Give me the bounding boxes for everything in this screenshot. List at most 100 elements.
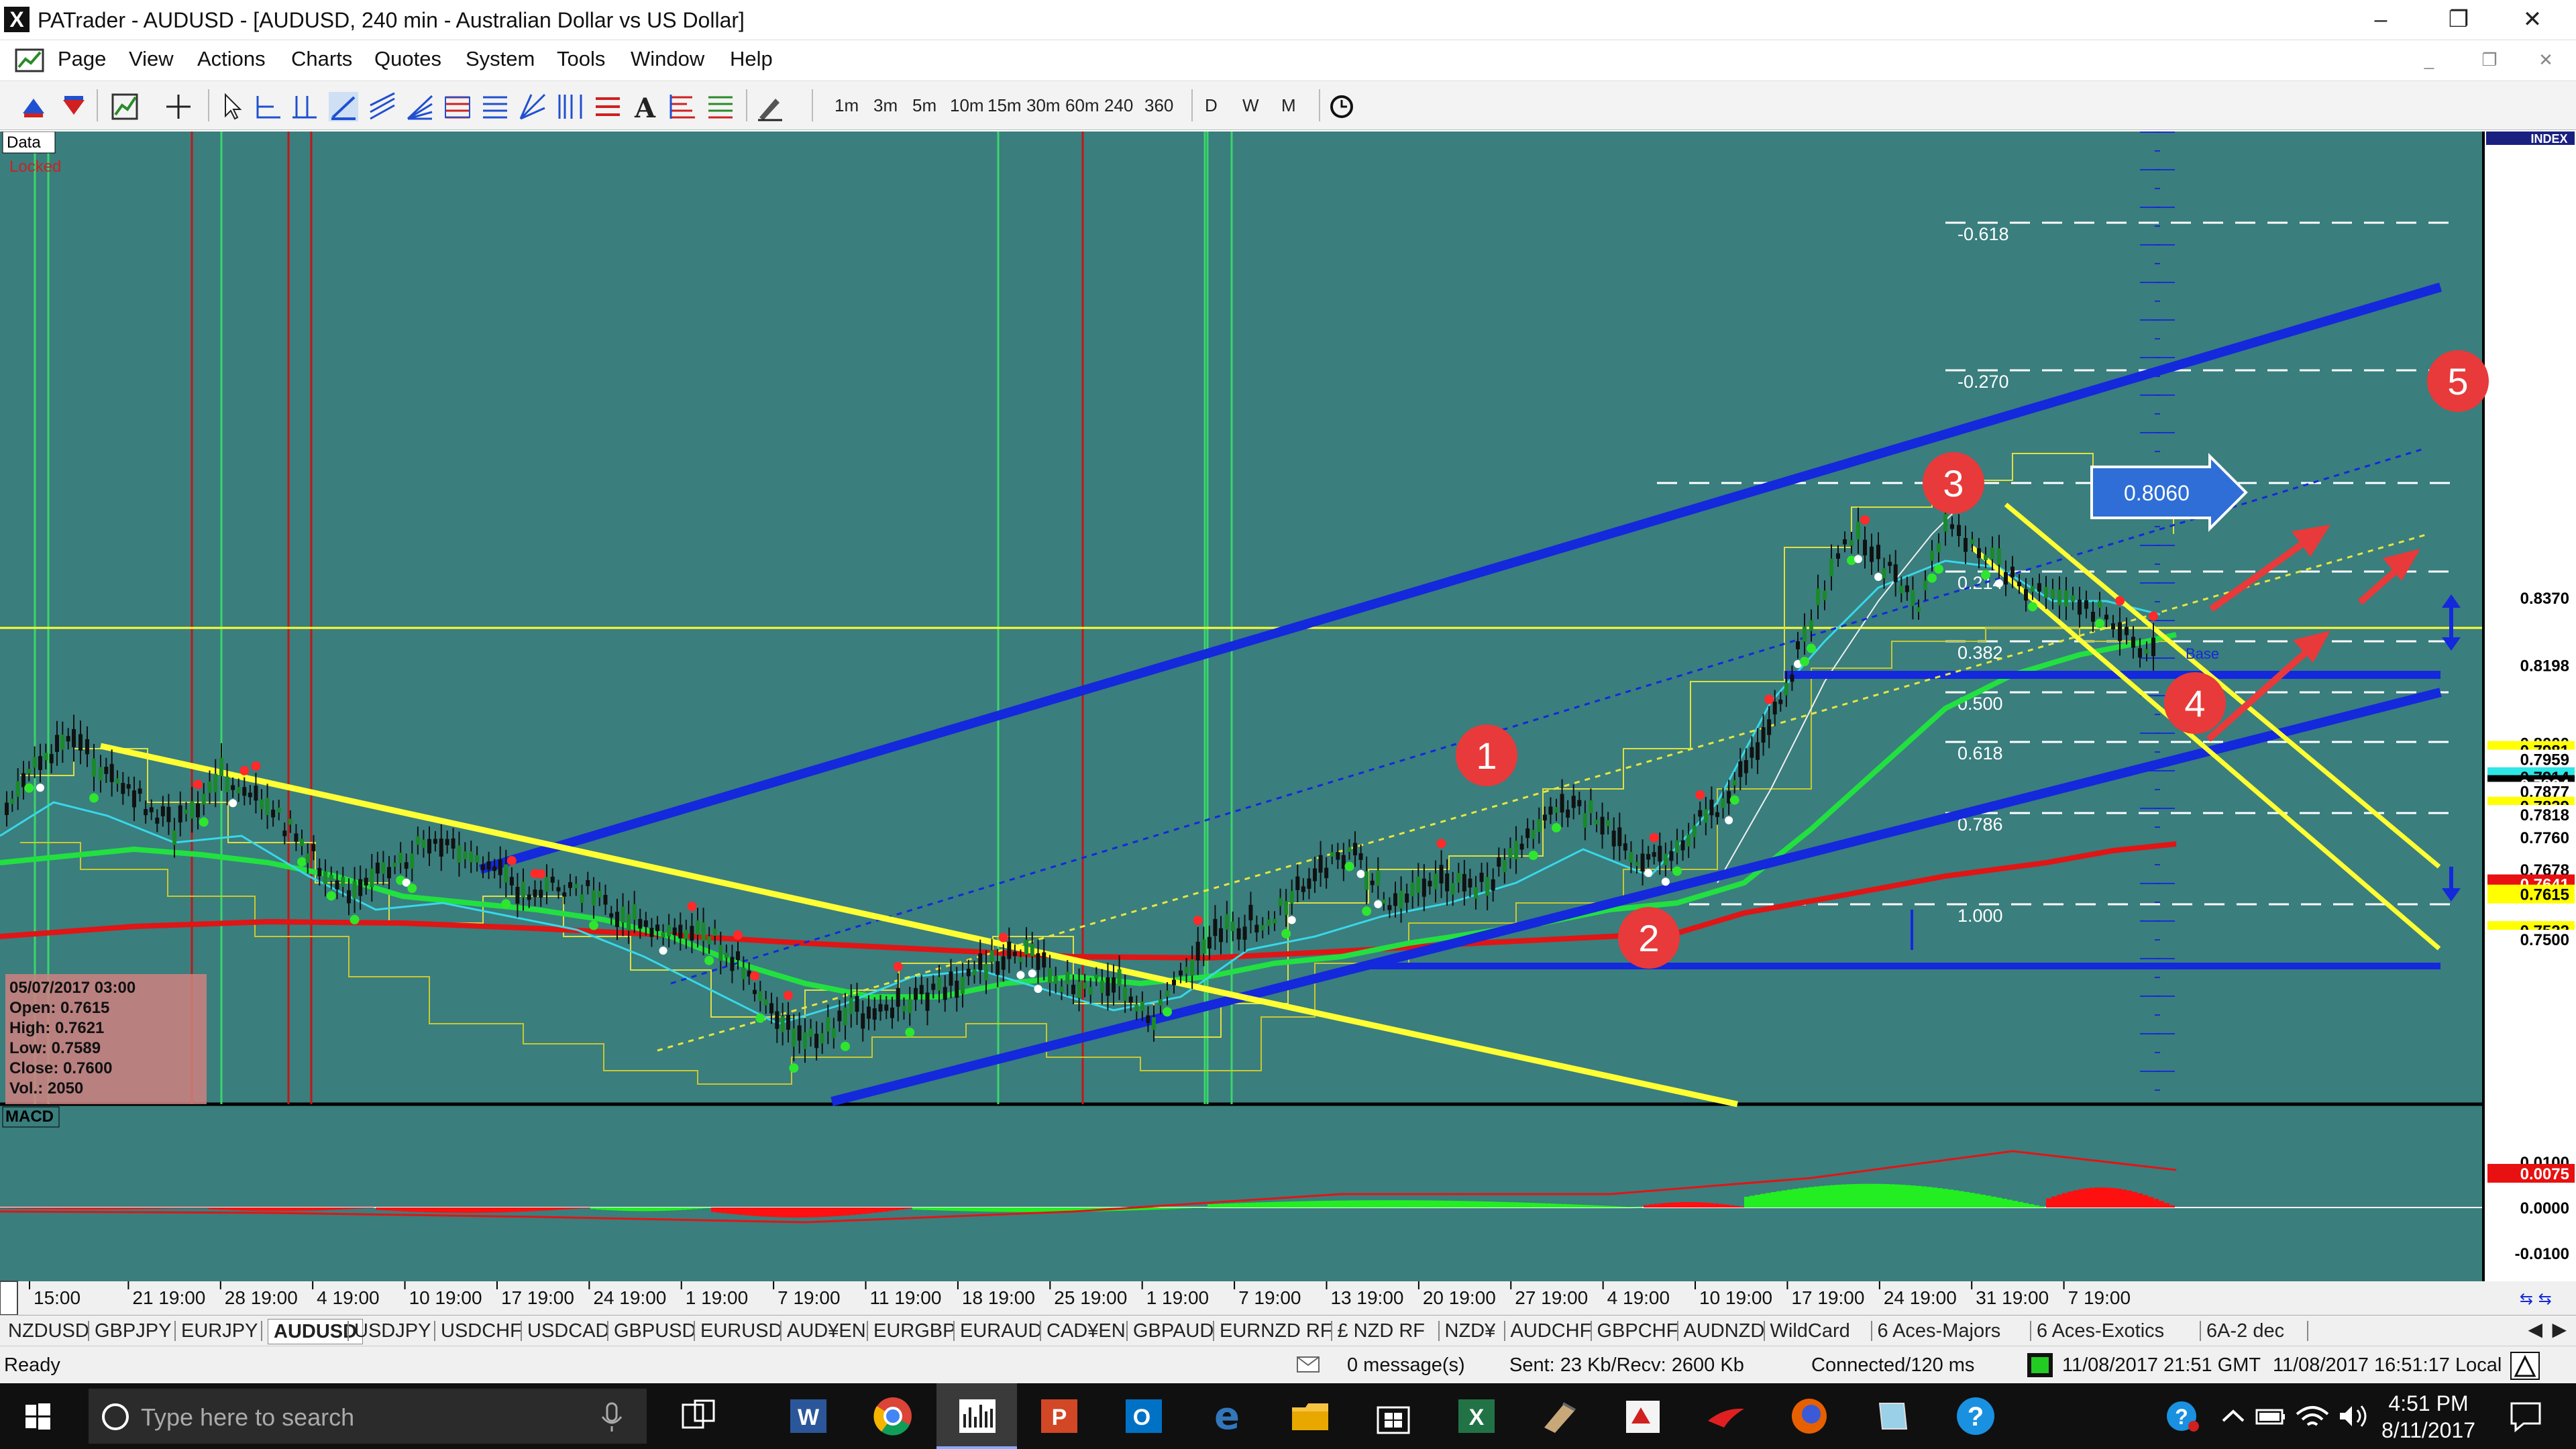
rectangle-tool-icon[interactable] (593, 92, 623, 121)
edge-app-icon[interactable]: e (1205, 1394, 1249, 1438)
symbol-tab[interactable]: GBPAUD (1133, 1319, 1214, 1343)
timeframe-10m-button[interactable]: 10m (950, 91, 984, 120)
close-button[interactable]: ✕ (2502, 3, 2563, 36)
reader-app-icon[interactable] (1621, 1394, 1665, 1438)
symbol-tab[interactable]: 6A-2 dec (2206, 1319, 2284, 1343)
help-app-icon[interactable]: ? (1953, 1394, 1998, 1438)
price-levels-icon[interactable] (668, 92, 698, 121)
tool-app-icon[interactable] (1538, 1394, 1582, 1438)
fibonacci-fan-icon[interactable] (405, 92, 435, 121)
restore-button[interactable]: ❐ (2428, 3, 2489, 36)
period-daily-button[interactable]: D (1205, 91, 1218, 120)
tabs-scroll-left-icon[interactable]: ◀ (2528, 1318, 2542, 1340)
draw-pen-icon[interactable] (755, 92, 785, 121)
symbol-tab[interactable]: NZD¥ (1445, 1319, 1496, 1343)
status-messages[interactable]: 0 message(s) (1347, 1354, 1465, 1377)
symbol-tab[interactable]: USDJPY (354, 1319, 431, 1343)
horizontal-line-tool-icon[interactable] (254, 92, 283, 121)
excel-app-icon[interactable]: X (1454, 1394, 1499, 1438)
time-zones-icon[interactable] (555, 92, 585, 121)
word-app-icon[interactable]: W (786, 1394, 830, 1438)
symbol-tab[interactable]: AUDNZD (1684, 1319, 1765, 1343)
windows-start-icon[interactable] (0, 1383, 74, 1449)
task-view-icon[interactable] (676, 1394, 720, 1438)
symbol-tab[interactable]: USDCHF (441, 1319, 522, 1343)
taskbar-search-box[interactable]: Type here to search (89, 1389, 647, 1444)
period-weekly-button[interactable]: W (1242, 91, 1259, 120)
store-app-icon[interactable] (1371, 1394, 1415, 1438)
fibonacci-retracement-icon[interactable] (443, 92, 472, 121)
patrader-taskbar-button[interactable] (936, 1383, 1017, 1449)
chart-down-icon[interactable] (60, 93, 87, 120)
notifications-icon[interactable] (2504, 1394, 2548, 1438)
volume-icon[interactable] (2330, 1394, 2375, 1438)
symbol-tab[interactable]: AUD¥EN (787, 1319, 866, 1343)
vertical-line-tool-icon[interactable] (290, 92, 319, 121)
timeframe-30m-button[interactable]: 30m (1026, 91, 1061, 120)
taskbar-clock[interactable]: 4:51 PM 8/11/2017 (2381, 1390, 2475, 1444)
symbol-tab[interactable]: 6 Aces-Exotics (2037, 1319, 2164, 1343)
symbol-tab[interactable]: WildCard (1770, 1319, 1850, 1343)
tabs-scroll-right-icon[interactable]: ▶ (2552, 1318, 2567, 1340)
symbol-tab[interactable]: 6 Aces-Majors (1878, 1319, 2001, 1343)
symbol-tab[interactable]: AUDCHF (1511, 1319, 1592, 1343)
symbol-tab[interactable]: GBPUSD (614, 1319, 696, 1343)
text-tool-icon[interactable]: A (631, 92, 660, 121)
pointer-icon[interactable] (219, 92, 246, 121)
menu-tools[interactable]: Tools (557, 47, 605, 71)
symbol-tab[interactable]: GBPCHF (1597, 1319, 1678, 1343)
symbol-tab[interactable]: £ NZD RF (1338, 1319, 1426, 1343)
envelope-icon[interactable] (1296, 1356, 1320, 1375)
bird-app-icon[interactable] (1704, 1394, 1748, 1438)
timeframe-15m-button[interactable]: 15m (987, 91, 1022, 120)
menu-view[interactable]: View (129, 47, 174, 71)
crosshair-icon[interactable] (164, 92, 193, 121)
mdi-restore-button[interactable]: ❐ (2473, 50, 2506, 74)
symbol-tab[interactable]: CAD¥EN (1046, 1319, 1126, 1343)
mdi-close-button[interactable]: ✕ (2529, 50, 2563, 74)
timeframe-60m-button[interactable]: 60m (1065, 91, 1099, 120)
symbol-tab[interactable]: EURUSD (700, 1319, 782, 1343)
symbol-tab[interactable]: EURGBP (873, 1319, 955, 1343)
chart-page-icon[interactable] (15, 47, 44, 74)
menu-quotes[interactable]: Quotes (374, 47, 441, 71)
price-chart[interactable]: -0.618 -0.270 0.214 0.382 0.500 0.618 0.… (0, 131, 2576, 1315)
symbol-tab[interactable]: GBPJPY (95, 1319, 171, 1343)
period-monthly-button[interactable]: M (1281, 91, 1296, 120)
tray-help-icon[interactable]: ? (2161, 1394, 2206, 1438)
symbol-tab[interactable]: NZDUSD (8, 1319, 89, 1343)
menu-page[interactable]: Page (58, 47, 106, 71)
wifi-icon[interactable] (2290, 1394, 2334, 1438)
menu-help[interactable]: Help (730, 47, 773, 71)
minimize-button[interactable]: – (2351, 3, 2411, 36)
symbol-tab[interactable]: EURAUD (960, 1319, 1042, 1343)
mdi-minimize-button[interactable]: _ (2412, 50, 2446, 74)
firefox-app-icon[interactable] (1787, 1394, 1831, 1438)
clock-icon[interactable] (1328, 93, 1355, 120)
powerpoint-app-icon[interactable]: P (1037, 1394, 1081, 1438)
timeframe-360-button[interactable]: 360 (1144, 91, 1173, 120)
notes-app-icon[interactable] (1870, 1394, 1915, 1438)
battery-icon[interactable] (2249, 1394, 2293, 1438)
menu-charts[interactable]: Charts (291, 47, 352, 71)
menu-actions[interactable]: Actions (197, 47, 266, 71)
pitchfork-icon[interactable] (706, 92, 735, 121)
chrome-app-icon[interactable] (871, 1394, 915, 1438)
chart-up-icon[interactable] (20, 93, 47, 120)
resize-grip-icon[interactable] (2510, 1352, 2540, 1380)
channel-tool-icon[interactable] (368, 92, 397, 121)
file-explorer-icon[interactable] (1288, 1394, 1332, 1438)
trendline-tool-icon[interactable] (329, 92, 358, 121)
menu-system[interactable]: System (466, 47, 535, 71)
timeframe-3m-button[interactable]: 3m (873, 91, 898, 120)
timeframe-240-button[interactable]: 240 (1104, 91, 1133, 120)
timeframe-5m-button[interactable]: 5m (912, 91, 936, 120)
indicator-chart-icon[interactable] (110, 92, 140, 121)
microphone-icon[interactable] (598, 1401, 625, 1433)
gann-fan-icon[interactable] (518, 92, 547, 121)
chart-area[interactable]: -0.618 -0.270 0.214 0.382 0.500 0.618 0.… (0, 131, 2576, 1315)
fibonacci-extension-icon[interactable] (480, 92, 510, 121)
symbol-tab[interactable]: EURNZD RF (1220, 1319, 1332, 1343)
outlook-app-icon[interactable]: O (1122, 1394, 1166, 1438)
menu-window[interactable]: Window (631, 47, 704, 71)
